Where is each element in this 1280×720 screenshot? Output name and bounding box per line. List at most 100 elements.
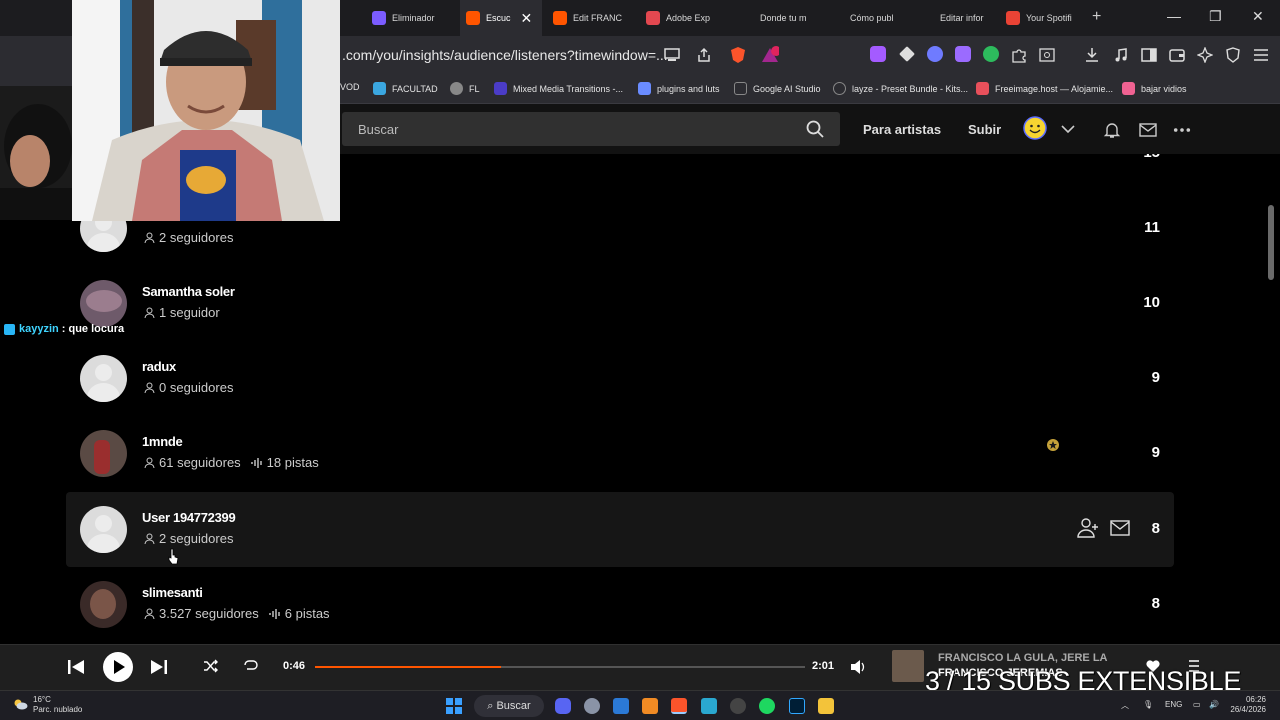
minimize-icon[interactable]: —	[1167, 8, 1181, 24]
user-avatar[interactable]	[1023, 116, 1047, 140]
tab-your-spotify[interactable]: Your Spotifi	[1006, 0, 1090, 36]
puzzle-icon[interactable]	[1011, 47, 1027, 63]
message-icon[interactable]	[1108, 516, 1132, 540]
store-icon[interactable]	[613, 698, 629, 714]
system-clock[interactable]: 06:26 26/4/2026	[1230, 695, 1266, 715]
bookmark-freeimage[interactable]: Freeimage.host — Alojamie...	[976, 82, 1113, 95]
username-link[interactable]: 1mnde	[142, 434, 183, 449]
close-tab-icon[interactable]: ✕	[521, 10, 533, 27]
new-tab-button[interactable]: +	[1092, 8, 1101, 26]
username-link[interactable]: radux	[142, 359, 176, 374]
sidebar-icon[interactable]	[1141, 47, 1157, 63]
fl-studio-icon[interactable]	[642, 698, 658, 714]
bookmark-vod[interactable]: VOD	[340, 82, 360, 92]
bell-icon[interactable]	[1103, 121, 1121, 139]
list-item[interactable]: slimesanti 3.527 seguidores 6 pistas 8	[66, 567, 1174, 642]
avatar[interactable]	[80, 355, 127, 402]
extension-icon[interactable]	[983, 46, 999, 62]
windows-start-icon[interactable]	[446, 698, 462, 714]
now-playing-artist[interactable]: FRANCISCO LA GULA, JERE LA VA	[938, 652, 1110, 664]
tab-como-publ[interactable]: Cómo publ	[830, 0, 914, 36]
more-icon[interactable]	[1173, 121, 1191, 139]
file-explorer-icon[interactable]	[818, 698, 834, 714]
chat-badge-icon	[4, 323, 15, 335]
music-icon[interactable]	[1113, 47, 1129, 63]
network-icon[interactable]: ▭	[1193, 700, 1201, 709]
avatar[interactable]	[80, 430, 127, 477]
tab-favicon	[830, 11, 844, 25]
next-icon[interactable]	[150, 658, 168, 676]
close-window-icon[interactable]: ✕	[1252, 8, 1264, 25]
volume-icon[interactable]	[850, 659, 866, 675]
tab-donde-tu[interactable]: Donde tu m	[740, 0, 824, 36]
search-icon[interactable]	[806, 120, 824, 138]
brave-shields-icon[interactable]	[729, 46, 747, 64]
previous-icon[interactable]	[67, 658, 85, 676]
tab-escuchar[interactable]: Escuc ✕	[460, 0, 542, 36]
brave-icon[interactable]	[671, 698, 687, 714]
progress-bar[interactable]	[315, 666, 805, 668]
share-icon[interactable]	[696, 47, 712, 63]
bookmark-facultad[interactable]: FACULTAD	[373, 82, 438, 95]
repeat-icon[interactable]	[242, 659, 258, 673]
brave-rewards-icon[interactable]	[761, 46, 779, 64]
follow-user-icon[interactable]	[1076, 516, 1100, 540]
menu-icon[interactable]	[1253, 48, 1269, 62]
chevron-down-icon[interactable]	[1061, 124, 1075, 134]
list-item-hovered[interactable]: User 194772399 2 seguidores 8	[66, 492, 1174, 567]
leo-ai-icon[interactable]	[1197, 47, 1213, 63]
list-item[interactable]: radux 0 seguidores 9	[66, 341, 1174, 416]
mail-icon[interactable]	[1139, 121, 1157, 139]
extension-icon[interactable]	[870, 46, 886, 62]
weather-widget[interactable]: 16°C Parc. nublado	[33, 695, 82, 715]
list-item[interactable]: Samantha soler 1 seguidor 10	[66, 266, 1174, 341]
list-item[interactable]: 1mnde 61 seguidores 18 pistas 9	[66, 416, 1174, 491]
search-placeholder: Buscar	[358, 122, 399, 137]
username-link[interactable]: Samantha soler	[142, 284, 235, 299]
url-field[interactable]: .com/you/insights/audience/listeners?tim…	[342, 47, 668, 63]
username-link[interactable]: slimesanti	[142, 585, 203, 600]
microphone-icon[interactable]: 🎙	[1143, 700, 1153, 709]
scrollbar[interactable]	[1268, 205, 1274, 280]
extension-icon[interactable]	[927, 46, 943, 62]
tab-edit-franc[interactable]: Edit FRANC	[553, 0, 637, 36]
play-button[interactable]	[103, 652, 133, 682]
bookmark-google-ai[interactable]: Google AI Studio	[734, 82, 821, 95]
spotify-icon[interactable]	[759, 698, 775, 714]
photoshop-icon[interactable]	[789, 698, 805, 714]
avatar[interactable]	[80, 506, 127, 553]
upload-link[interactable]: Subir	[968, 122, 1001, 137]
username-link[interactable]: User 194772399	[142, 510, 236, 525]
bookmark-plugins[interactable]: plugins and luts	[638, 82, 720, 95]
vpn-shield-icon[interactable]	[1225, 47, 1241, 63]
bookmark-bajar-vidios[interactable]: bajar vidios	[1122, 82, 1187, 95]
search-input[interactable]: Buscar	[342, 112, 840, 146]
restore-icon[interactable]: ❐	[1209, 8, 1222, 25]
tab-adobe-express[interactable]: Adobe Exp	[646, 0, 730, 36]
track-artwork[interactable]	[892, 650, 924, 682]
avatar[interactable]	[80, 581, 127, 628]
cast-icon[interactable]	[664, 48, 680, 62]
obs-icon[interactable]	[730, 698, 746, 714]
shuffle-icon[interactable]	[203, 659, 219, 673]
app-icon[interactable]	[701, 698, 717, 714]
tray-expand-icon[interactable]: ︿	[1121, 700, 1129, 711]
download-icon[interactable]	[1084, 47, 1100, 63]
tab-eliminador[interactable]: Eliminador	[372, 0, 456, 36]
tracks-count: 18 pistas	[266, 455, 319, 470]
bookmark-layze[interactable]: layze - Preset Bundle - Kits...	[833, 82, 968, 95]
user-icon	[144, 608, 155, 619]
bookmark-mixed-media[interactable]: Mixed Media Transitions -...	[494, 82, 623, 95]
extension-icon[interactable]	[955, 46, 971, 62]
avatar[interactable]	[80, 280, 127, 327]
wallet-icon[interactable]	[1169, 47, 1185, 63]
settings-icon[interactable]	[584, 698, 600, 714]
search-tabs-icon[interactable]	[1039, 47, 1055, 63]
bookmark-fl[interactable]: FL	[450, 82, 480, 95]
tab-editar-infor[interactable]: Editar infor	[920, 0, 1004, 36]
volume-tray-icon[interactable]: 🔊	[1209, 700, 1219, 709]
language-indicator[interactable]: ENG	[1165, 700, 1182, 709]
taskbar-search[interactable]: ⌕ Buscar	[474, 695, 544, 717]
discord-icon[interactable]	[555, 698, 571, 714]
for-artists-link[interactable]: Para artistas	[863, 122, 941, 137]
